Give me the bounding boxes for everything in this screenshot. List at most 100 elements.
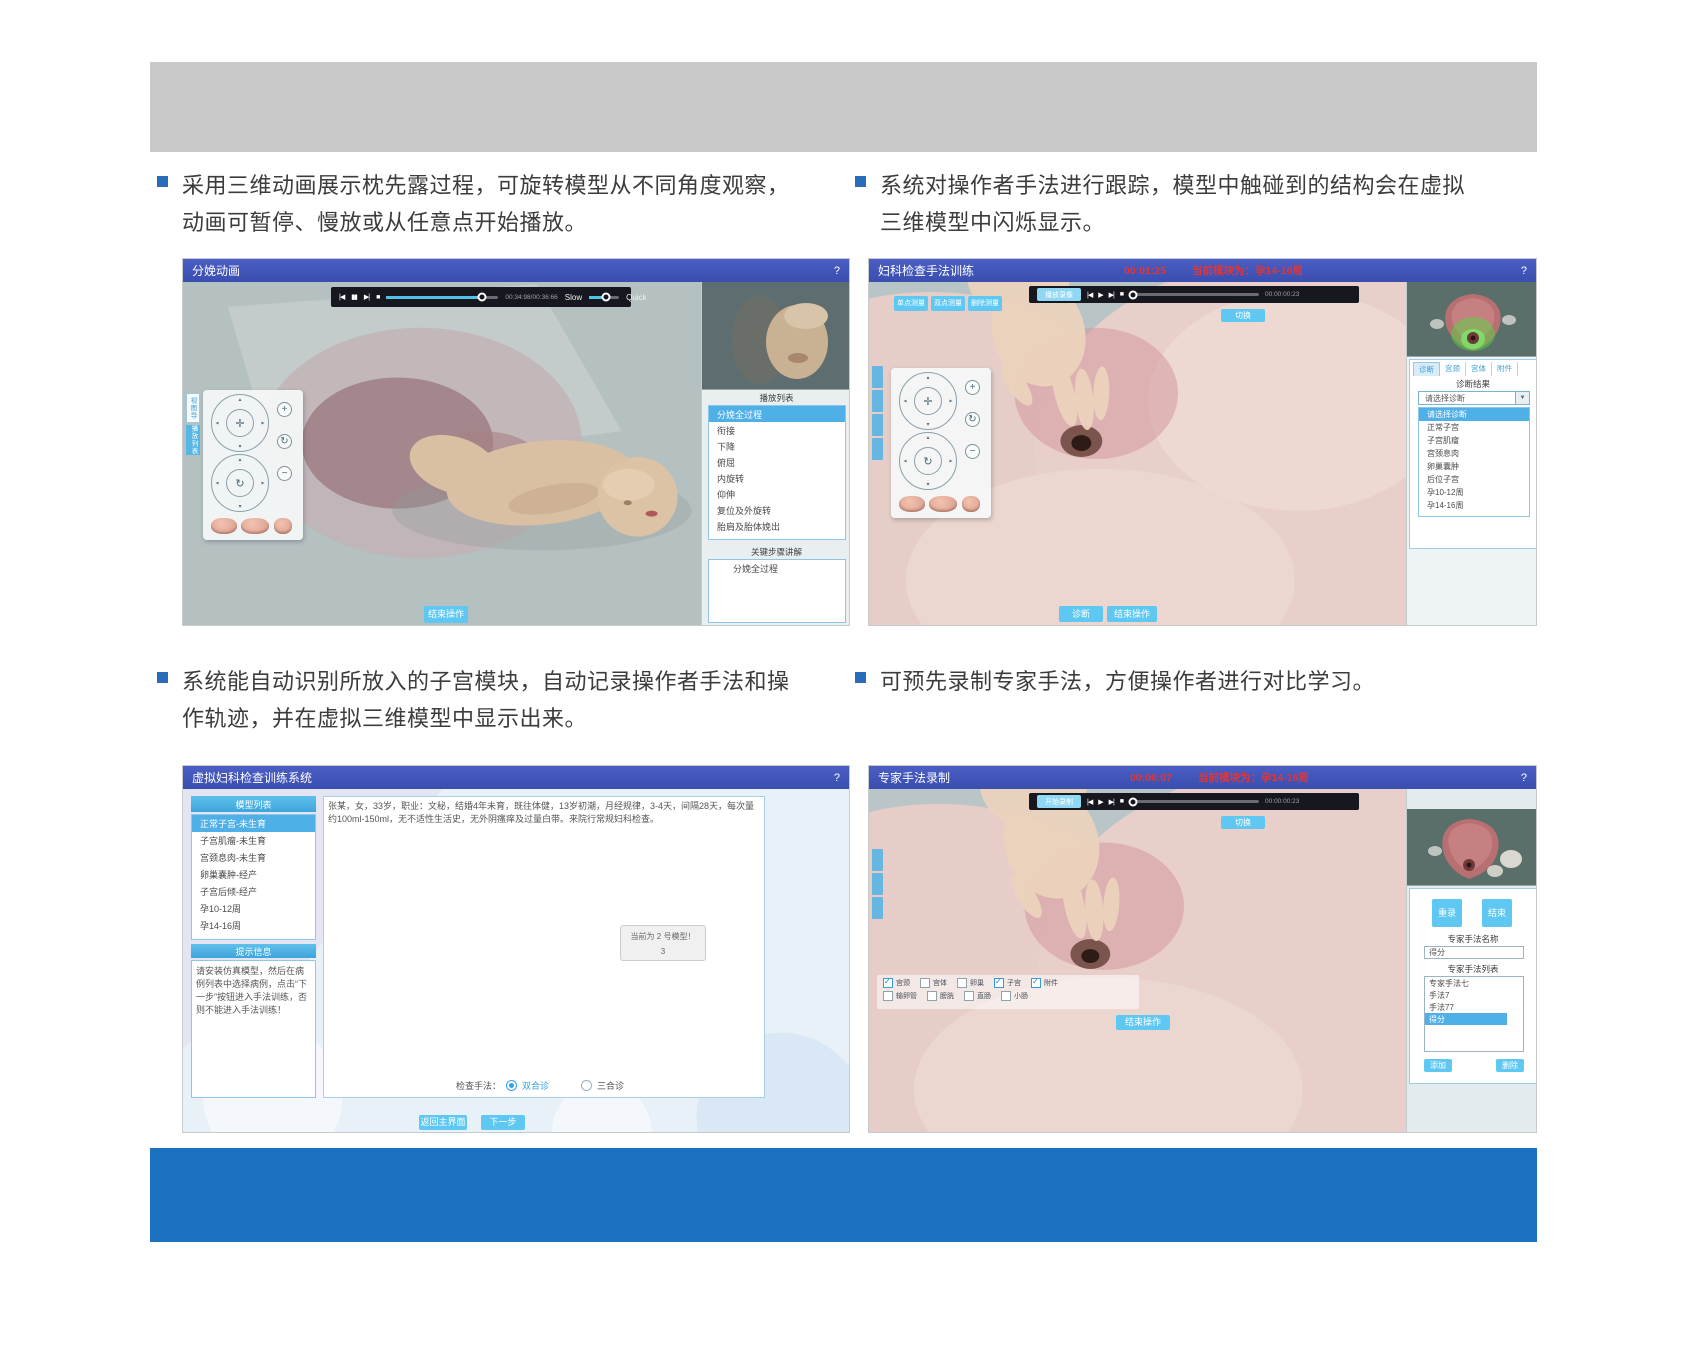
progress-slider[interactable] — [1129, 293, 1259, 296]
prev-icon[interactable]: |◀ — [339, 293, 344, 301]
rotate-dpad[interactable]: ▲▲▲▲ ↻ — [211, 454, 269, 512]
model-list-item[interactable]: 孕10-12周 — [192, 900, 315, 917]
structure-checkbox[interactable]: 宫体 — [920, 978, 947, 988]
double-measure-button[interactable]: 双点测量 — [931, 296, 965, 311]
diagnosis-dropdown[interactable]: 请选择诊断 ▼ — [1418, 391, 1530, 405]
radio-bimanual[interactable] — [506, 1080, 517, 1091]
tab-diagnosis[interactable]: 诊断 — [1413, 362, 1440, 376]
side-tab[interactable] — [872, 414, 883, 436]
playlist-item[interactable]: 俯屈 — [709, 454, 845, 470]
end-operation-button[interactable]: 结束操作 — [424, 606, 468, 623]
model-list-item[interactable]: 子宫后倾-经产 — [192, 883, 315, 900]
tab-adnexa[interactable]: 附件 — [1492, 362, 1518, 376]
start-recording-button[interactable]: 开始录制 — [1037, 795, 1081, 808]
structure-checkbox[interactable]: 附件 — [1031, 978, 1058, 988]
playlist-item[interactable]: 复位及外旋转 — [709, 502, 845, 518]
side-tab[interactable] — [872, 366, 883, 388]
prev-icon[interactable]: |◀ — [1087, 291, 1092, 299]
next-icon[interactable]: ▶| — [1109, 798, 1114, 806]
dropdown-option[interactable]: 请选择诊断 — [1419, 408, 1529, 421]
dropdown-option[interactable]: 后位子宫 — [1419, 473, 1529, 486]
prev-icon[interactable]: |◀ — [1087, 798, 1092, 806]
help-button[interactable]: ? — [834, 265, 840, 277]
model-list-item[interactable]: 孕14-16周 — [192, 917, 315, 934]
model-list-item[interactable]: 正常子宫-未生育 — [192, 815, 315, 832]
zoom-in-button[interactable]: + — [277, 402, 292, 417]
dropdown-option[interactable]: 子宫肌瘤 — [1419, 434, 1529, 447]
dropdown-option[interactable]: 卵巢囊肿 — [1419, 460, 1529, 473]
progress-slider[interactable] — [1129, 800, 1259, 803]
switch-view-button[interactable]: 切换 — [1221, 309, 1265, 322]
structure-checkbox[interactable]: 子宫 — [994, 978, 1021, 988]
model-list-item[interactable]: 卵巢囊肿-经产 — [192, 866, 315, 883]
stop-icon[interactable]: ■ — [376, 294, 379, 301]
end-operation-button[interactable]: 结束操作 — [1107, 606, 1157, 622]
model-view-thumbnail[interactable] — [274, 518, 292, 534]
finish-recording-button[interactable]: 结束 — [1482, 899, 1512, 927]
play-icon[interactable]: ▶ — [1098, 291, 1102, 299]
structure-checkbox[interactable]: 小肠 — [1001, 991, 1028, 1001]
reset-rotation-button[interactable]: ↻ — [277, 434, 292, 449]
playlist-item[interactable]: 分娩全过程 — [709, 406, 845, 422]
diagnose-button[interactable]: 诊断 — [1059, 606, 1103, 622]
tab-uterus-body[interactable]: 宫体 — [1466, 362, 1492, 376]
pan-dpad[interactable]: ▲▲▲▲ ✛ — [211, 394, 269, 452]
rotate-dpad[interactable]: ▲▲▲▲ ↻ — [899, 432, 957, 490]
rerecord-button[interactable]: 重录 — [1432, 899, 1462, 927]
back-to-main-button[interactable]: 返回主界面 — [419, 1115, 467, 1130]
play-recording-button[interactable]: 播放录像 — [1037, 288, 1081, 301]
structure-checkbox[interactable]: 输卵管 — [883, 991, 917, 1001]
next-icon[interactable]: ▶| — [364, 293, 369, 301]
playlist-item[interactable]: 胎肩及胎体娩出 — [709, 518, 845, 534]
side-tab[interactable] — [872, 873, 883, 895]
expert-method-item[interactable]: 得分 — [1425, 1013, 1507, 1025]
radio-trimanual[interactable] — [581, 1080, 592, 1091]
dropdown-option[interactable]: 孕10-12周 — [1419, 486, 1529, 499]
model-view-thumbnail[interactable] — [929, 496, 957, 512]
stop-icon[interactable]: ■ — [1120, 291, 1123, 298]
side-tab[interactable] — [872, 897, 883, 919]
play-icon[interactable]: ▶ — [1098, 798, 1102, 806]
model-list-item[interactable]: 宫颈息肉-未生育 — [192, 849, 315, 866]
help-button[interactable]: ? — [1521, 265, 1527, 277]
chevron-down-icon[interactable]: ▼ — [1515, 392, 1529, 404]
pan-icon[interactable]: ✛ — [914, 387, 942, 415]
structure-checkbox[interactable]: 膀胱 — [927, 991, 954, 1001]
switch-view-button[interactable]: 切换 — [1221, 816, 1265, 829]
playlist-item[interactable]: 仰伸 — [709, 486, 845, 502]
progress-slider[interactable] — [386, 296, 498, 299]
zoom-out-button[interactable]: − — [965, 444, 980, 459]
model-list-item[interactable]: 子宫肌瘤-未生育 — [192, 832, 315, 849]
expert-method-item[interactable]: 手法77 — [1425, 1001, 1523, 1013]
radio-label[interactable]: 三合诊 — [597, 1079, 624, 1092]
side-tab[interactable] — [872, 390, 883, 412]
dropdown-option[interactable]: 正常子宫 — [1419, 421, 1529, 434]
orbit-icon[interactable]: ↻ — [914, 447, 942, 475]
playlist-item[interactable]: 衔接 — [709, 422, 845, 438]
expert-method-item[interactable]: 手法7 — [1425, 989, 1523, 1001]
add-button[interactable]: 添加 — [1424, 1059, 1452, 1072]
end-operation-button[interactable]: 结束操作 — [1116, 1015, 1170, 1030]
help-button[interactable]: ? — [834, 772, 840, 784]
orbit-icon[interactable]: ↻ — [226, 469, 254, 497]
delete-measure-button[interactable]: 删除测量 — [968, 296, 1002, 311]
tab-view-navigation[interactable]: 视图导航 — [186, 393, 200, 423]
tab-cervix[interactable]: 宫颈 — [1440, 362, 1466, 376]
radio-label[interactable]: 双合诊 — [522, 1079, 549, 1092]
dropdown-option[interactable]: 宫颈息肉 — [1419, 447, 1529, 460]
zoom-in-button[interactable]: + — [965, 380, 980, 395]
single-measure-button[interactable]: 单点测量 — [894, 296, 928, 311]
model-view-thumbnail[interactable] — [211, 518, 237, 534]
model-view-thumbnail[interactable] — [241, 518, 269, 534]
pan-dpad[interactable]: ▲▲▲▲ ✛ — [899, 372, 957, 430]
playlist-item[interactable]: 下降 — [709, 438, 845, 454]
next-icon[interactable]: ▶| — [1109, 291, 1114, 299]
stop-icon[interactable]: ■ — [1120, 798, 1123, 805]
structure-checkbox[interactable]: 宫颈 — [883, 978, 910, 988]
delete-button[interactable]: 删除 — [1496, 1059, 1524, 1072]
structure-checkbox[interactable]: 直肠 — [964, 991, 991, 1001]
side-tab[interactable] — [872, 849, 883, 871]
expert-method-item[interactable]: 专家手法七 — [1425, 977, 1523, 989]
model-view-thumbnail[interactable] — [962, 496, 980, 512]
model-view-thumbnail[interactable] — [899, 496, 925, 512]
